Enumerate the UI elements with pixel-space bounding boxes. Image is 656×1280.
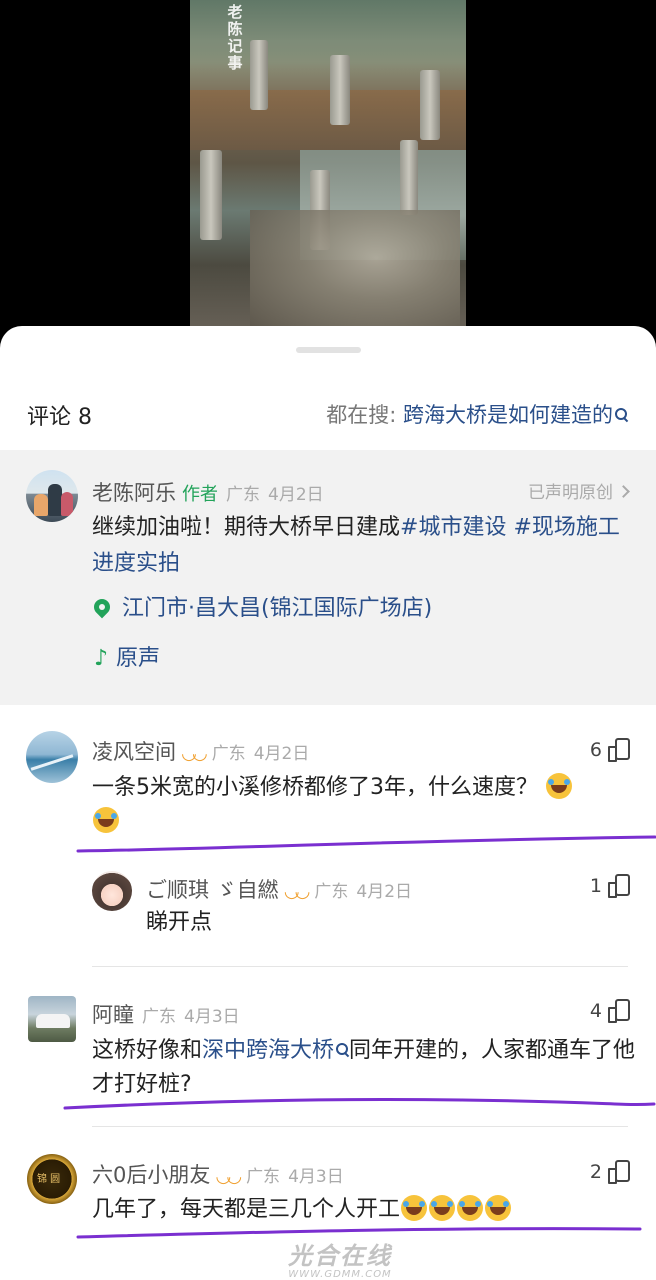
trending-search-prefix: 都在搜: — [326, 403, 403, 427]
avatar[interactable] — [26, 731, 78, 783]
location-pin-icon — [90, 595, 114, 619]
comment-author[interactable]: 六0后小朋友 — [92, 1163, 210, 1187]
comment-date: 4月2日 — [356, 882, 413, 902]
search-icon — [615, 408, 628, 421]
vip-badge-icon: ◡◡ — [216, 1166, 241, 1187]
chevron-right-icon — [617, 485, 630, 498]
annotation-underline — [76, 835, 656, 853]
comment-body: 一条5米宽的小溪修桥都修了3年，什么速度？ — [92, 775, 538, 800]
like-count: 4 — [589, 1000, 602, 1022]
like-count: 1 — [589, 875, 602, 897]
comment-region: 广东 — [142, 1007, 176, 1027]
hashtag-link[interactable]: #城市建设 — [400, 515, 506, 540]
video-pillar — [420, 70, 440, 140]
like-button[interactable]: 2 — [589, 1160, 630, 1184]
like-count: 2 — [589, 1161, 602, 1183]
crying-laughing-emoji-icon — [429, 1195, 456, 1221]
author-avatar[interactable] — [26, 470, 78, 522]
comment-body: 几年了，每天都是三几个人开工 — [92, 1197, 401, 1222]
location-link[interactable]: 江门市·昌大昌(锦江国际广场店) — [90, 590, 433, 622]
location-label: 江门市·昌大昌(锦江国际广场店) — [122, 596, 433, 621]
video-rocks — [250, 210, 460, 330]
comment-sheet: 评论 8 都在搜: 跨海大桥是如何建造的 老陈阿乐 作者 广东 4月2日 已声明原创 … — [0, 326, 656, 1280]
author-tag: 作者 — [182, 484, 218, 505]
vip-badge-icon: ◡◡ — [284, 881, 310, 902]
video-watermark: 老陈记事 — [227, 3, 243, 72]
comment-author-line: ご顺琪 ゞ自繎 ◡◡ 广东 4月2日 — [146, 874, 412, 904]
author-post: 老陈阿乐 作者 广东 4月2日 已声明原创 继续加油啦！期待大桥早日建成#城市建设 #… — [0, 450, 656, 705]
like-button[interactable]: 4 — [589, 999, 630, 1023]
crying-laughing-emoji-icon — [485, 1195, 512, 1221]
avatar[interactable] — [92, 871, 132, 911]
trending-search[interactable]: 都在搜: 跨海大桥是如何建造的 — [326, 399, 628, 429]
comment-author[interactable]: 阿瞳 — [92, 1003, 134, 1027]
search-icon — [336, 1043, 349, 1056]
comment-region: 广东 — [211, 744, 246, 764]
site-watermark-sub: WWW.GDMM.COM — [288, 1269, 392, 1280]
site-watermark: 光合在线 WWW.GDMM.COM — [230, 1236, 450, 1280]
declared-original[interactable]: 已声明原创 — [528, 478, 630, 503]
like-button[interactable]: 6 — [589, 738, 630, 762]
comment-author-line: 六0后小朋友 ◡◡ 广东 4月3日 — [92, 1159, 344, 1189]
search-link[interactable]: 深中跨海大桥 — [202, 1038, 334, 1063]
comment-reply: ご顺琪 ゞ自繎 ◡◡ 广东 4月2日 1 睇开点 — [0, 866, 656, 966]
author-date: 4月2日 — [268, 485, 324, 505]
comment-author[interactable]: 凌风空间 — [92, 740, 176, 764]
video-pillar — [250, 40, 268, 110]
comment-region: 广东 — [314, 882, 349, 902]
thumbs-up-icon — [608, 999, 630, 1023]
author-post-body: 继续加油啦！期待大桥早日建成 — [92, 515, 401, 540]
author-post-text: 继续加油啦！期待大桥早日建成#城市建设 #现场施工进度实拍 — [92, 510, 637, 582]
video-player[interactable]: 老陈记事 — [0, 0, 656, 340]
comment-date: 4月3日 — [184, 1007, 240, 1027]
divider — [92, 966, 628, 967]
comment-date: 4月3日 — [288, 1167, 344, 1187]
divider — [92, 1126, 628, 1127]
comment-body: 这桥好像和 — [92, 1038, 203, 1063]
annotation-underline — [63, 1097, 656, 1110]
avatar[interactable] — [28, 996, 76, 1042]
crying-laughing-emoji-icon — [457, 1195, 484, 1221]
vip-badge-icon: ◡◡ — [182, 743, 207, 764]
sound-label: 原声 — [116, 646, 161, 671]
music-note-icon: ♪ — [94, 646, 109, 671]
like-button[interactable]: 1 — [589, 874, 630, 898]
comment-region: 广东 — [246, 1167, 281, 1187]
author-name[interactable]: 老陈阿乐 — [92, 481, 176, 505]
video-pillar — [200, 150, 222, 240]
comment-header: 评论 8 都在搜: 跨海大桥是如何建造的 — [0, 386, 656, 440]
video-pillar — [400, 140, 418, 215]
drag-handle[interactable] — [296, 347, 361, 353]
comment-author-line: 凌风空间 ◡◡ 广东 4月2日 — [92, 736, 309, 766]
thumbs-up-icon — [608, 1160, 630, 1184]
comment-text: 睇开点 — [146, 910, 213, 935]
avatar[interactable] — [27, 1154, 77, 1204]
crying-laughing-emoji-icon — [401, 1195, 428, 1221]
comment-text: 一条5米宽的小溪修桥都修了3年，什么速度？ — [92, 771, 632, 839]
trending-search-keyword[interactable]: 跨海大桥是如何建造的 — [403, 403, 613, 427]
thumbs-up-icon — [608, 874, 630, 898]
comment-author[interactable]: ご顺琪 ゞ自繎 — [146, 878, 279, 902]
crying-laughing-emoji-icon — [546, 773, 572, 799]
thumbs-up-icon — [608, 738, 630, 762]
like-count: 6 — [589, 739, 602, 761]
sound-link[interactable]: ♪ 原声 — [94, 640, 160, 672]
comment-author-line: 阿瞳 广东 4月3日 — [92, 999, 240, 1029]
comment-date: 4月2日 — [253, 744, 310, 764]
author-name-line: 老陈阿乐 作者 广东 4月2日 — [92, 477, 324, 507]
declared-original-label: 已声明原创 — [528, 483, 613, 503]
comment-count: 评论 8 — [27, 405, 92, 430]
video-pillar — [330, 55, 350, 125]
site-watermark-main: 光合在线 — [288, 1242, 392, 1270]
crying-laughing-emoji-icon — [93, 807, 119, 833]
author-region: 广东 — [226, 485, 260, 505]
